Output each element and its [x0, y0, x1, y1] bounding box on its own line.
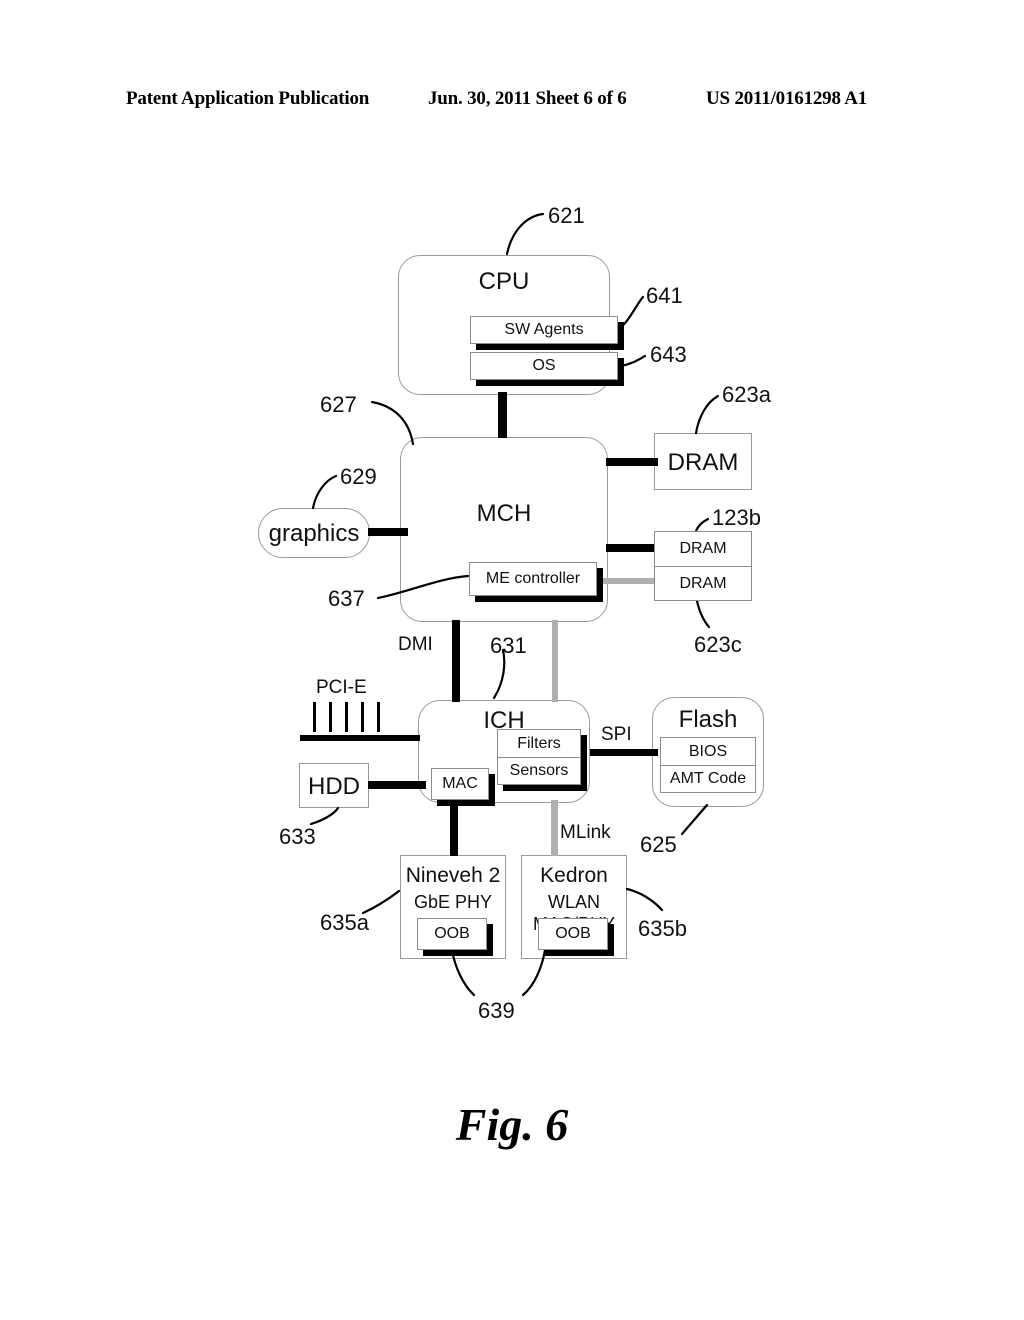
subblock-sensors[interactable]: Sensors: [498, 757, 580, 784]
subblock-oob-nineveh-label: OOB: [434, 925, 470, 942]
subblock-filters[interactable]: Filters: [498, 730, 580, 757]
connector-mch-ich-dmi: [452, 620, 460, 702]
block-dram-c-title: DRAM: [679, 574, 727, 592]
ref-numeral-ich: 631: [490, 633, 527, 658]
block-kedron-title: Kedron: [540, 864, 608, 887]
subblock-sw-agents-label: SW Agents: [504, 321, 584, 338]
block-dram-a[interactable]: DRAM: [654, 433, 752, 490]
subblock-os[interactable]: OS: [470, 352, 618, 380]
leader-flash: [680, 803, 709, 836]
block-hdd-title: HDD: [308, 773, 360, 800]
connector-hdd-ich: [368, 781, 426, 789]
connector-pcie-ich: [300, 735, 420, 741]
ref-numeral-dram-b: 123b: [712, 505, 761, 530]
block-nineveh-title: Nineveh 2: [405, 864, 501, 887]
connector-ich-nineveh: [450, 800, 458, 856]
block-graphics[interactable]: graphics: [258, 508, 370, 558]
figure-caption: Fig. 6: [455, 1099, 569, 1150]
leader-os: [619, 354, 647, 368]
block-nineveh-subtitle: GbE PHY: [413, 892, 493, 912]
subblock-mac-label: MAC: [442, 775, 478, 792]
subblock-sw-agents[interactable]: SW Agents: [470, 316, 618, 344]
connector-graphics-mch: [368, 528, 408, 536]
block-kedron-subtitle-1: WLAN: [547, 892, 600, 912]
bus-label-mlink: MLink: [560, 822, 611, 843]
publication-type-label: Patent Application Publication: [126, 88, 370, 109]
block-dram-c[interactable]: DRAM: [655, 566, 751, 600]
ref-numeral-dram-a: 623a: [722, 382, 771, 407]
block-mch-title: MCH: [476, 500, 532, 527]
subblock-os-label: OS: [532, 357, 556, 374]
leader-cpu: [505, 212, 545, 256]
subblock-sensors-label: Sensors: [509, 762, 569, 779]
ref-numeral-dram-c: 623c: [694, 632, 742, 657]
subblock-me-controller-label: ME controller: [485, 570, 581, 587]
subblock-flash-contents[interactable]: BIOS AMT Code: [660, 737, 756, 793]
leader-sw-agents: [618, 295, 645, 330]
block-flash-title: Flash: [678, 706, 738, 733]
block-graphics-title: graphics: [268, 520, 360, 547]
connector-cpu-mch: [498, 392, 507, 438]
ref-numeral-sw-agents: 641: [646, 283, 683, 308]
publication-header: Patent Application Publication Jun. 30, …: [0, 88, 1024, 116]
connector-mch-dramb: [606, 544, 658, 552]
ref-numeral-kedron: 635b: [638, 916, 687, 941]
leader-mch: [370, 400, 415, 446]
leader-hdd: [309, 806, 340, 826]
block-dram-bc-stack[interactable]: DRAM DRAM: [654, 531, 752, 601]
bus-label-spi: SPI: [601, 724, 632, 745]
block-dram-a-title: DRAM: [667, 449, 739, 476]
ref-numeral-oob: 639: [478, 998, 515, 1023]
subblock-me-controller[interactable]: ME controller: [469, 562, 597, 596]
subblock-mac[interactable]: MAC: [431, 768, 489, 800]
leader-dram-a: [694, 394, 720, 435]
bus-label-dmi: DMI: [398, 634, 433, 655]
subblock-filters-sensors-stack[interactable]: Filters Sensors: [497, 729, 581, 785]
connector-ich-kedron-mlink: [551, 800, 558, 856]
subblock-amt-code[interactable]: AMT Code: [661, 765, 755, 792]
ref-numeral-mch: 627: [320, 392, 357, 417]
publication-date-sheet: Jun. 30, 2011 Sheet 6 of 6: [428, 88, 627, 109]
ref-numeral-os: 643: [650, 342, 687, 367]
leader-dram-b: [694, 517, 710, 533]
subblock-bios-label: BIOS: [688, 742, 728, 760]
block-cpu-title: CPU: [478, 268, 530, 295]
block-dram-b[interactable]: DRAM: [655, 532, 751, 566]
leader-kedron: [625, 887, 664, 912]
ref-numeral-flash: 625: [640, 832, 677, 857]
pcie-lane-ticks: [313, 702, 393, 734]
connector-mecontroller-dramc: [597, 578, 658, 584]
ref-numeral-me-controller: 637: [328, 586, 365, 611]
block-dram-b-title: DRAM: [679, 540, 727, 557]
subblock-filters-label: Filters: [517, 734, 561, 752]
ref-numeral-graphics: 629: [340, 464, 377, 489]
connector-mch-drama: [606, 458, 658, 466]
connector-ich-flash-spi: [590, 749, 658, 756]
leader-dram-c: [695, 599, 711, 629]
subblock-amt-code-label: AMT Code: [669, 770, 747, 787]
subblock-bios[interactable]: BIOS: [661, 738, 755, 765]
ref-numeral-cpu: 621: [548, 203, 585, 228]
leader-graphics: [311, 474, 338, 510]
connector-mch-ich-me: [552, 620, 558, 702]
publication-number: US 2011/0161298 A1: [706, 88, 868, 109]
subblock-oob-nineveh[interactable]: OOB: [417, 918, 487, 950]
block-hdd[interactable]: HDD: [299, 763, 369, 808]
subblock-oob-kedron-label: OOB: [555, 925, 591, 942]
bus-label-pcie: PCI-E: [316, 677, 367, 698]
ref-numeral-hdd: 633: [279, 824, 316, 849]
ref-numeral-nineveh: 635a: [320, 910, 369, 935]
subblock-oob-kedron[interactable]: OOB: [538, 918, 608, 950]
